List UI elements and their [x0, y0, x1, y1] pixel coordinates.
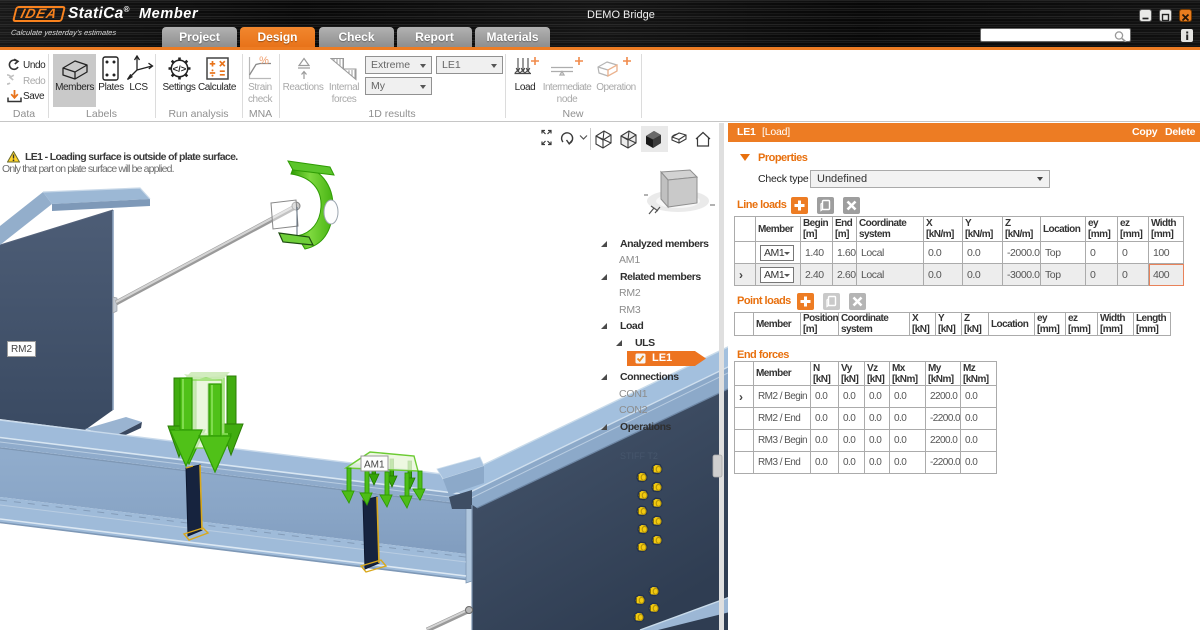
svg-text:</>: </> — [173, 64, 187, 75]
svg-text:AM1: AM1 — [364, 460, 385, 471]
svg-text:%: % — [259, 56, 269, 67]
svg-text:STIFF T2: STIFF T2 — [620, 451, 658, 461]
